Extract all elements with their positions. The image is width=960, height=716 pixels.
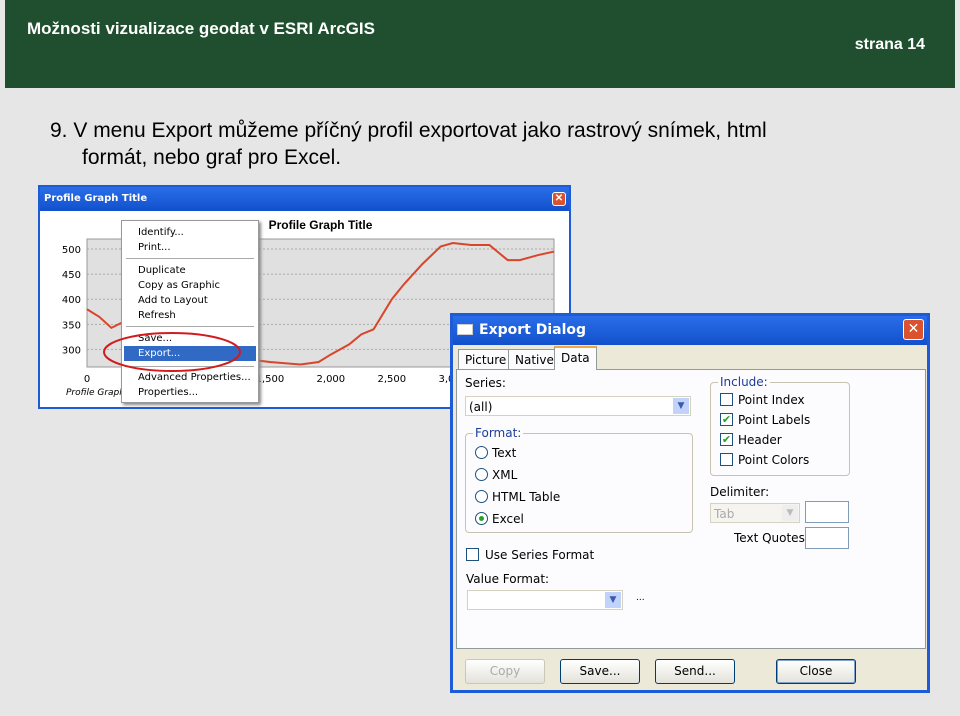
y-tick-label: 400 xyxy=(62,295,81,306)
body-line: formát, nebo graf pro Excel. xyxy=(82,146,342,169)
include-option-label: Point Index xyxy=(738,393,805,407)
use-series-format-label: Use Series Format xyxy=(485,548,595,562)
y-tick-label: 350 xyxy=(62,320,81,331)
slide-header: Možnosti vizualizace geodat v ESRI ArcGI… xyxy=(5,0,955,88)
export-dialog: Export Dialog ✕ Picture Native Data Series… xyxy=(450,313,930,693)
close-icon[interactable]: ✕ xyxy=(552,192,566,206)
text-quotes-input[interactable] xyxy=(805,527,849,549)
menu-item-print[interactable]: Print... xyxy=(138,242,171,253)
value-format-select[interactable]: ▼ xyxy=(467,590,623,610)
delimiter-value: Tab xyxy=(714,507,735,521)
include-checkbox-header[interactable]: ✔ xyxy=(720,433,733,446)
format-radio-html-table[interactable] xyxy=(475,490,488,503)
format-label: Format: xyxy=(473,426,524,440)
x-tick-label: 1,500 xyxy=(256,374,285,385)
x-tick-label: 2,000 xyxy=(317,374,346,385)
include-option-label: Point Colors xyxy=(738,453,810,467)
value-format-ellipsis-button[interactable]: ... xyxy=(636,593,645,603)
delimiter-custom-input[interactable] xyxy=(805,501,849,523)
series-label: Series: xyxy=(465,376,506,390)
dialog-titlebar: Export Dialog xyxy=(453,316,927,345)
graph-footer: Profile Graph xyxy=(66,388,125,398)
menu-item-properties[interactable]: Properties... xyxy=(138,387,198,398)
use-series-format-checkbox[interactable] xyxy=(466,548,479,561)
chart-title: Profile Graph Title xyxy=(269,218,373,232)
y-tick-label: 300 xyxy=(62,345,81,356)
text-quotes-label: Text Quotes: xyxy=(734,531,809,545)
delimiter-select[interactable]: Tab ▼ xyxy=(710,503,800,523)
close-button[interactable]: Close xyxy=(776,659,856,684)
window-icon xyxy=(457,324,473,335)
menu-item-duplicate[interactable]: Duplicate xyxy=(138,265,186,276)
body-text: 9. V menu Export můžeme příčný profil ex… xyxy=(50,117,930,171)
include-checkbox-point-colors[interactable] xyxy=(720,453,733,466)
include-checkbox-point-index[interactable] xyxy=(720,393,733,406)
send-button[interactable]: Send... xyxy=(655,659,735,684)
delimiter-label: Delimiter: xyxy=(710,485,770,499)
close-icon[interactable]: ✕ xyxy=(903,319,924,340)
y-tick-label: 450 xyxy=(62,270,81,281)
format-option-label: HTML Table xyxy=(492,490,561,504)
highlight-ellipse xyxy=(103,332,241,372)
include-checkbox-point-labels[interactable]: ✔ xyxy=(720,413,733,426)
series-value: (all) xyxy=(469,400,493,414)
chevron-down-icon: ▼ xyxy=(673,398,689,414)
format-radio-excel[interactable] xyxy=(475,512,488,525)
context-menu: Identify... Print... Duplicate Copy as Grap… xyxy=(121,220,259,403)
value-format-label: Value Format: xyxy=(466,572,550,586)
chevron-down-icon: ▼ xyxy=(605,592,621,608)
format-option-label: Excel xyxy=(492,512,524,526)
include-label: Include: xyxy=(718,375,770,389)
menu-separator xyxy=(126,258,254,259)
menu-item-add-to-layout[interactable]: Add to Layout xyxy=(138,295,208,306)
tab-data[interactable]: Data xyxy=(554,346,597,370)
x-tick-label: 0 xyxy=(84,374,90,385)
chevron-down-icon: ▼ xyxy=(782,505,798,521)
slide-title: Možnosti vizualizace geodat v ESRI ArcGI… xyxy=(27,19,375,38)
tab-picture[interactable]: Picture xyxy=(458,349,514,370)
format-radio-text[interactable] xyxy=(475,446,488,459)
include-option-label: Header xyxy=(738,433,782,447)
format-radio-xml[interactable] xyxy=(475,468,488,481)
window-titlebar: Profile Graph Title xyxy=(40,187,569,211)
tab-native[interactable]: Native xyxy=(508,349,561,370)
body-line: 9. V menu Export můžeme příčný profil ex… xyxy=(50,119,767,142)
menu-item-copy-as-graphic[interactable]: Copy as Graphic xyxy=(138,280,220,291)
series-select[interactable]: (all) ▼ xyxy=(465,396,691,416)
menu-item-refresh[interactable]: Refresh xyxy=(138,310,176,321)
save-button[interactable]: Save... xyxy=(560,659,640,684)
include-option-label: Point Labels xyxy=(738,413,811,427)
menu-separator xyxy=(126,326,254,327)
x-tick-label: 2,500 xyxy=(378,374,407,385)
y-tick-label: 500 xyxy=(62,245,81,256)
page-number: strana 14 xyxy=(854,36,925,53)
format-option-label: XML xyxy=(492,468,518,482)
menu-item-identify[interactable]: Identify... xyxy=(138,227,184,238)
copy-button[interactable]: Copy xyxy=(465,659,545,684)
format-option-label: Text xyxy=(492,446,517,460)
